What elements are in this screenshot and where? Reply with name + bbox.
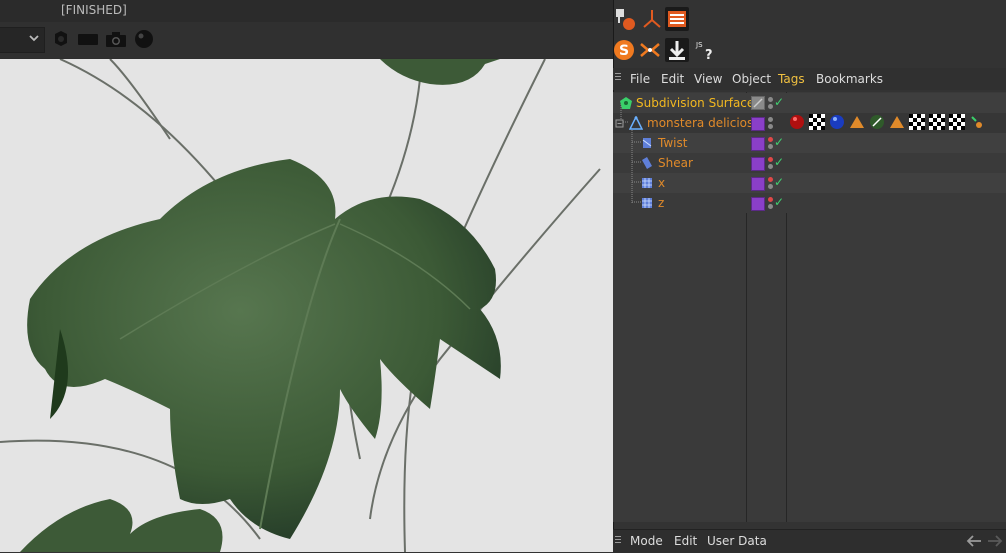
film-icon[interactable] (77, 29, 99, 49)
mesh-deformer-icon (641, 176, 653, 193)
forward-arrow-icon[interactable] (986, 534, 1004, 551)
menu-attr-edit[interactable]: Edit (674, 534, 697, 548)
render-view-titlebar: [FINISHED] (0, 0, 613, 23)
menu-bookmarks[interactable]: Bookmarks (816, 72, 883, 86)
js-help-icon[interactable]: JS? (692, 38, 716, 63)
panel-grip-icon[interactable] (615, 536, 621, 545)
enabled-check-icon[interactable]: ✓ (774, 155, 784, 169)
render-visibility-dot[interactable] (768, 164, 773, 169)
sphere-icon[interactable] (133, 29, 155, 49)
download-icon[interactable] (665, 38, 689, 62)
svg-text:S: S (619, 43, 629, 59)
hierarchy-icon[interactable] (614, 7, 638, 31)
layer-swatch[interactable] (751, 197, 765, 211)
enabled-check-icon[interactable]: ✓ (774, 95, 784, 109)
object-name[interactable]: Subdivision Surface.1 (636, 96, 766, 110)
chevron-down-icon (29, 35, 39, 42)
editor-visibility-dot[interactable] (768, 137, 773, 142)
enabled-check-icon[interactable]: ✓ (774, 195, 784, 209)
monstera-render-image (0, 59, 613, 552)
layer-swatch[interactable] (751, 137, 765, 151)
layer-swatch[interactable] (751, 117, 765, 131)
enabled-check-icon[interactable]: ✓ (774, 135, 784, 149)
checker-material-icon[interactable] (809, 114, 825, 130)
twist-deformer-icon (641, 136, 653, 153)
enabled-check-icon[interactable]: ✓ (774, 175, 784, 189)
menu-object[interactable]: Object (732, 72, 771, 86)
uvw-tag-icon[interactable] (969, 114, 985, 130)
object-row[interactable] (613, 193, 1006, 213)
render-visibility-dot[interactable] (768, 124, 773, 129)
subdivision-icon (619, 96, 633, 113)
render-visibility-dot[interactable] (768, 144, 773, 149)
polygon-object-icon (628, 115, 644, 133)
layer-swatch[interactable] (751, 157, 765, 171)
editor-visibility-dot[interactable] (768, 97, 773, 102)
render-visibility-dot[interactable] (768, 104, 773, 109)
render-visibility-dot[interactable] (768, 204, 773, 209)
layer-swatch[interactable] (751, 96, 765, 110)
object-name[interactable]: Twist (658, 136, 687, 150)
menu-mode[interactable]: Mode (630, 534, 663, 548)
s-script-icon[interactable]: S (613, 38, 637, 62)
shear-deformer-icon (641, 156, 653, 173)
view-dropdown[interactable] (0, 27, 45, 53)
menu-tags[interactable]: Tags (778, 72, 805, 86)
attribute-manager-menubar (613, 529, 1006, 553)
object-name[interactable]: x (658, 176, 665, 190)
back-arrow-icon[interactable] (965, 534, 983, 551)
object-name[interactable]: monstera deliciosa (647, 116, 761, 130)
checker-material-icon[interactable] (909, 114, 925, 130)
editor-visibility-dot[interactable] (768, 177, 773, 182)
object-name[interactable]: Shear (658, 156, 693, 170)
menu-file[interactable]: File (630, 72, 650, 86)
object-name[interactable]: z (658, 196, 664, 210)
gear-icon[interactable] (50, 29, 72, 49)
menu-view[interactable]: View (694, 72, 722, 86)
menu-edit[interactable]: Edit (661, 72, 684, 86)
mesh-deformer-icon (641, 196, 653, 213)
red-material-icon[interactable] (789, 114, 805, 130)
layer-swatch[interactable] (751, 177, 765, 191)
menu-user-data[interactable]: User Data (707, 534, 767, 548)
orange-triangle-icon[interactable] (849, 114, 865, 130)
axis-icon[interactable] (640, 7, 664, 31)
blue-material-icon[interactable] (829, 114, 845, 130)
render-visibility-dot[interactable] (768, 184, 773, 189)
svg-text:JS: JS (695, 41, 703, 49)
leaf-material-icon[interactable] (869, 114, 885, 130)
camera-icon[interactable] (105, 29, 127, 49)
checker-material-icon[interactable] (929, 114, 945, 130)
render-settings-icon[interactable] (665, 7, 689, 31)
svg-text:?: ? (705, 48, 713, 62)
editor-visibility-dot[interactable] (768, 157, 773, 162)
checker-material-icon[interactable] (949, 114, 965, 130)
editor-visibility-dot[interactable] (768, 197, 773, 202)
panel-grip-icon[interactable] (615, 73, 621, 82)
object-row[interactable] (613, 173, 1006, 193)
render-canvas[interactable] (0, 59, 613, 552)
editor-visibility-dot[interactable] (768, 117, 773, 122)
render-status: [FINISHED] (61, 3, 127, 17)
compress-icon[interactable] (638, 38, 662, 62)
orange-triangle-icon[interactable] (889, 114, 905, 130)
